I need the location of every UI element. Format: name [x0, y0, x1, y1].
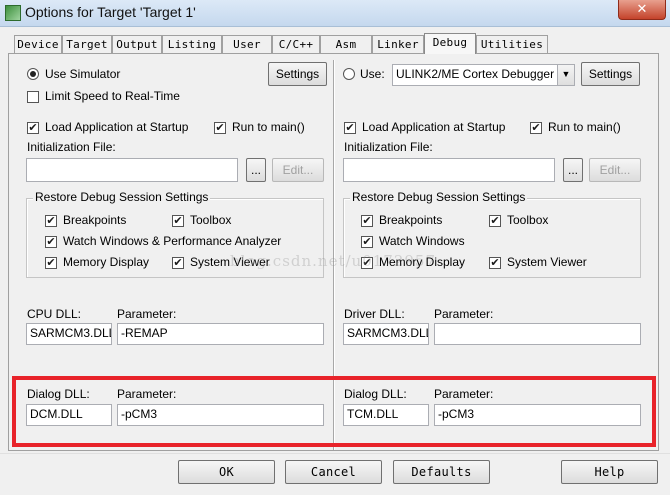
cpu-dll-field[interactable]: SARMCM3.DLL [26, 323, 112, 345]
toolbox-checkbox[interactable]: ✔ [172, 215, 184, 227]
right-toolbox-label: Toolbox [507, 213, 549, 227]
limit-speed-label: Limit Speed to Real-Time [45, 89, 180, 103]
restore-settings-title: Restore Debug Session Settings [33, 190, 211, 204]
highlight-box [12, 376, 656, 447]
right-restore-settings-title: Restore Debug Session Settings [350, 190, 528, 204]
button-bar-separator [0, 453, 670, 454]
tab-cpp[interactable]: C/C++ [272, 35, 320, 53]
right-system-viewer-label: System Viewer [507, 255, 587, 269]
right-load-application-label: Load Application at Startup [362, 120, 506, 134]
debugger-select-value: ULINK2/ME Cortex Debugger [396, 67, 555, 81]
use-debugger-radio[interactable] [343, 68, 355, 80]
right-initialization-file-input[interactable] [343, 158, 555, 182]
run-to-main-label: Run to main() [232, 120, 305, 134]
tab-debug[interactable]: Debug [424, 33, 476, 54]
load-application-checkbox[interactable]: ✔ [27, 122, 39, 134]
driver-parameter-label: Parameter: [434, 307, 494, 321]
right-edit-button[interactable]: Edit... [589, 158, 641, 182]
tab-target[interactable]: Target [62, 35, 112, 53]
tab-device[interactable]: Device [14, 35, 62, 53]
breakpoints-label: Breakpoints [63, 213, 127, 227]
toolbox-label: Toolbox [190, 213, 232, 227]
driver-dll-label: Driver DLL: [344, 307, 405, 321]
initialization-file-label: Initialization File: [27, 140, 116, 154]
memory-display-checkbox[interactable]: ✔ [45, 257, 57, 269]
watch-windows-checkbox[interactable]: ✔ [45, 236, 57, 248]
right-system-viewer-checkbox[interactable]: ✔ [489, 257, 501, 269]
tab-user[interactable]: User [222, 35, 272, 53]
chevron-down-icon[interactable]: ▼ [557, 65, 574, 85]
driver-parameter-field[interactable] [434, 323, 641, 345]
use-debugger-label: Use: [360, 67, 385, 81]
memory-display-label: Memory Display [63, 255, 150, 269]
edit-button[interactable]: Edit... [272, 158, 324, 182]
load-application-label: Load Application at Startup [45, 120, 189, 134]
debugger-settings-button[interactable]: Settings [581, 62, 640, 86]
browse-button[interactable]: ... [246, 158, 266, 182]
right-run-to-main-label: Run to main() [548, 120, 621, 134]
close-button[interactable]: ✕ [618, 0, 666, 20]
tab-listing[interactable]: Listing [162, 35, 222, 53]
right-load-application-checkbox[interactable]: ✔ [344, 122, 356, 134]
watch-windows-label: Watch Windows & Performance Analyzer [63, 234, 282, 248]
cancel-button[interactable]: Cancel [285, 460, 382, 484]
watermark: blog.csdn.net/u0172957 [230, 252, 437, 270]
system-viewer-checkbox[interactable]: ✔ [172, 257, 184, 269]
help-button[interactable]: Help [561, 460, 658, 484]
use-simulator-radio[interactable] [27, 68, 39, 80]
cpu-dll-label: CPU DLL: [27, 307, 82, 321]
driver-dll-field[interactable]: SARMCM3.DLL [343, 323, 429, 345]
right-initialization-file-label: Initialization File: [344, 140, 433, 154]
right-watch-windows-label: Watch Windows [379, 234, 465, 248]
tab-linker[interactable]: Linker [372, 35, 424, 53]
limit-speed-checkbox[interactable] [27, 91, 39, 103]
tab-asm[interactable]: Asm [320, 35, 372, 53]
initialization-file-input[interactable] [26, 158, 238, 182]
right-run-to-main-checkbox[interactable]: ✔ [530, 122, 542, 134]
use-simulator-label: Use Simulator [45, 67, 121, 81]
right-watch-windows-checkbox[interactable]: ✔ [361, 236, 373, 248]
cpu-parameter-field[interactable]: -REMAP [117, 323, 324, 345]
debugger-select[interactable]: ULINK2/ME Cortex Debugger ▼ [392, 64, 575, 86]
right-toolbox-checkbox[interactable]: ✔ [489, 215, 501, 227]
tab-output[interactable]: Output [112, 35, 162, 53]
app-icon [5, 5, 21, 21]
breakpoints-checkbox[interactable]: ✔ [45, 215, 57, 227]
window-title: Options for Target 'Target 1' [25, 4, 196, 20]
right-breakpoints-label: Breakpoints [379, 213, 443, 227]
cpu-parameter-label: Parameter: [117, 307, 177, 321]
right-browse-button[interactable]: ... [563, 158, 583, 182]
simulator-settings-button[interactable]: Settings [268, 62, 327, 86]
ok-button[interactable]: OK [178, 460, 275, 484]
run-to-main-checkbox[interactable]: ✔ [214, 122, 226, 134]
tab-utilities[interactable]: Utilities [476, 35, 548, 53]
right-breakpoints-checkbox[interactable]: ✔ [361, 215, 373, 227]
defaults-button[interactable]: Defaults [393, 460, 490, 484]
